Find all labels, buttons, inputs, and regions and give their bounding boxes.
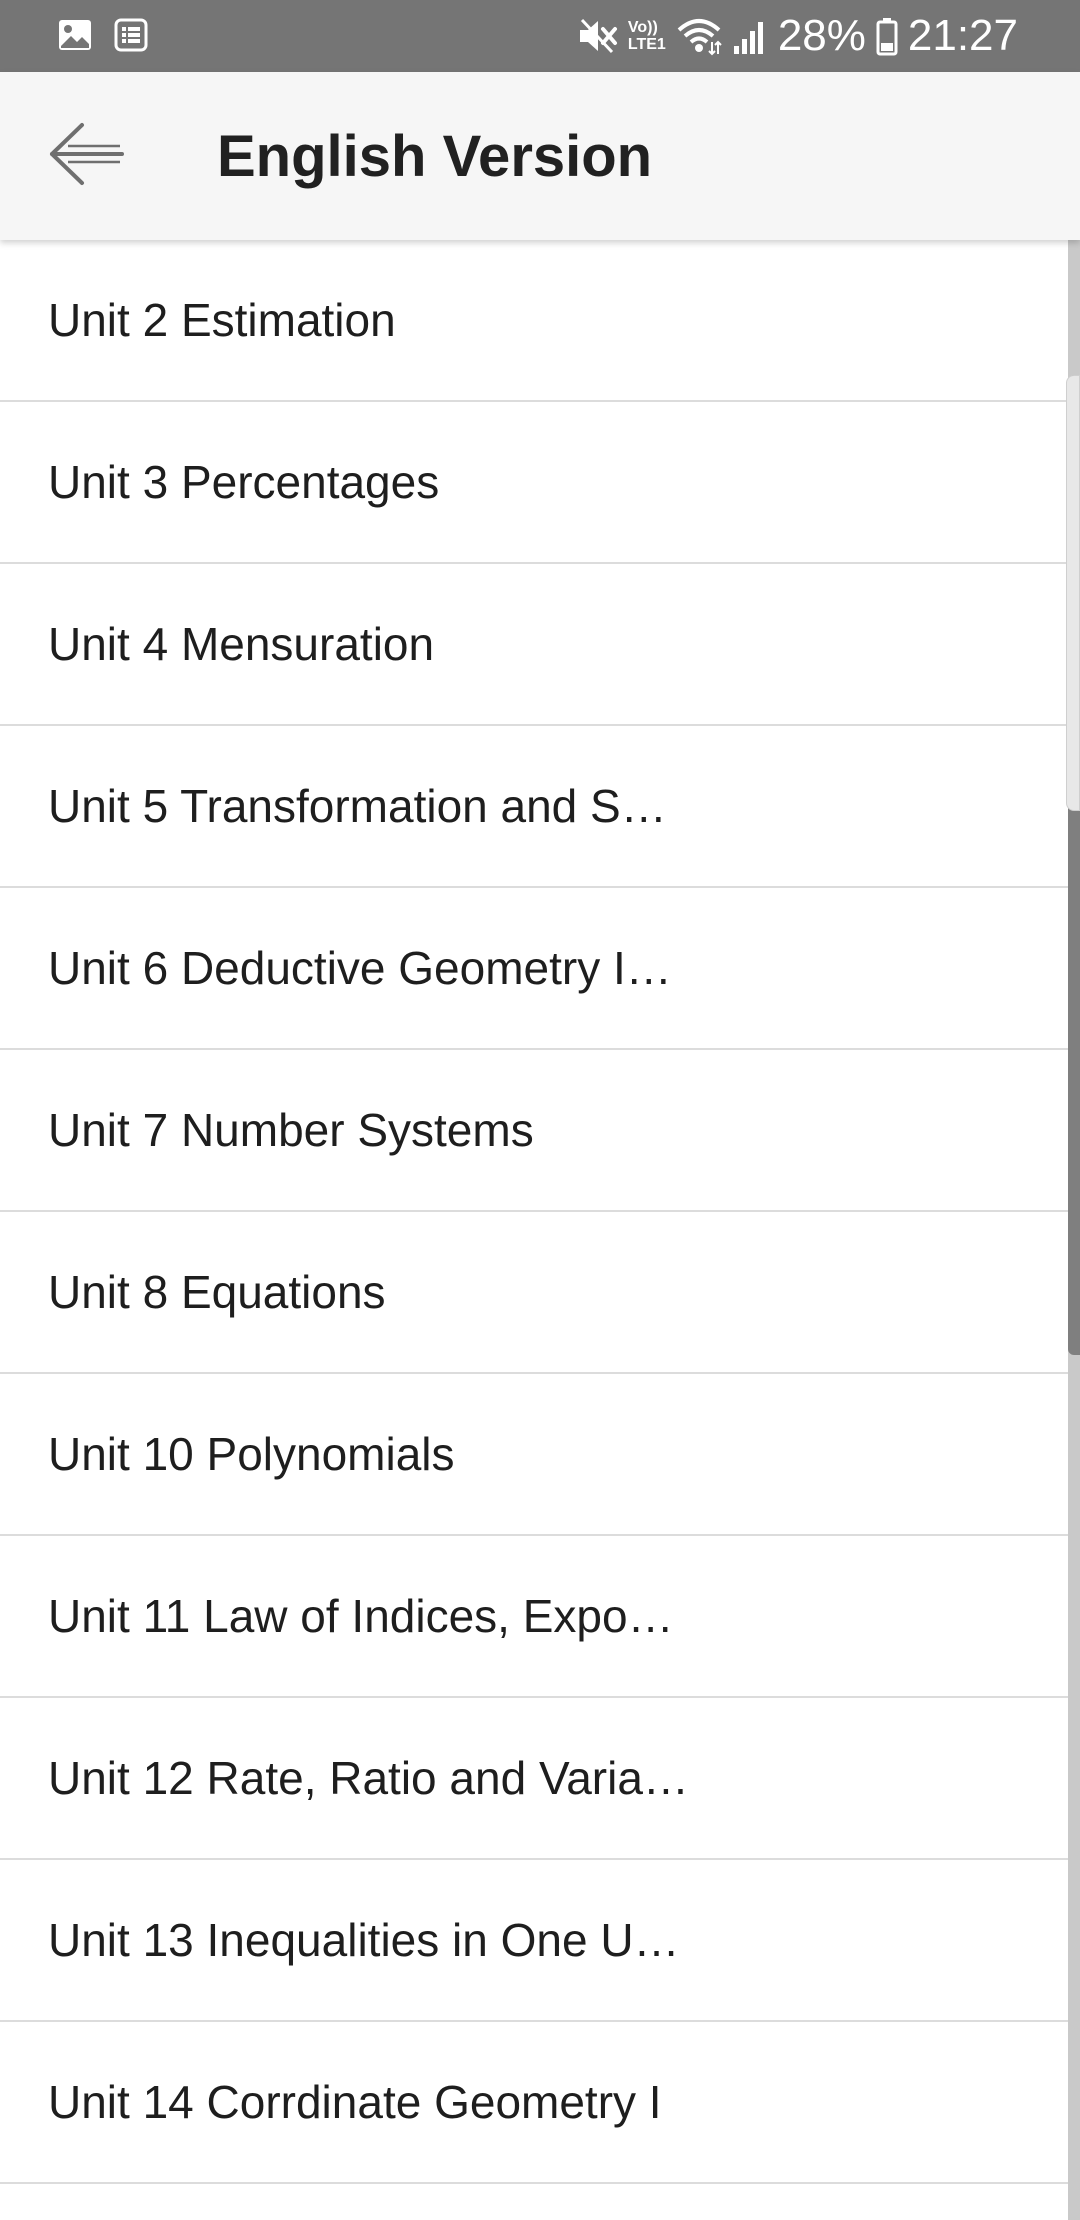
clock: 21:27 bbox=[907, 11, 1018, 60]
status-right-icons: Vo)) LTE1 28% 21:27 bbox=[576, 10, 1018, 62]
list-item[interactable]: Unit 3 Percentages bbox=[0, 402, 1068, 564]
lte-label: LTE1 bbox=[627, 36, 666, 53]
list-item[interactable]: Unit 14 Corrdinate Geometry I bbox=[0, 2022, 1068, 2184]
list-item-label: Unit 6 Deductive Geometry I… bbox=[48, 942, 672, 994]
status-bar: Vo)) LTE1 28% 21:27 bbox=[0, 0, 1080, 72]
signal-icon bbox=[732, 16, 768, 56]
list-item[interactable]: Unit 12 Rate, Ratio and Varia… bbox=[0, 1698, 1068, 1860]
list-item-label: Unit 7 Number Systems bbox=[48, 1104, 534, 1156]
list-item[interactable]: Unit 8 Equations bbox=[0, 1212, 1068, 1374]
list-item[interactable]: Unit 5 Transformation and S… bbox=[0, 726, 1068, 888]
status-left-icons bbox=[58, 18, 148, 52]
unit-list: Unit 2 Estimation Unit 3 Percentages Uni… bbox=[0, 240, 1068, 2220]
list-item-label: Unit 5 Transformation and S… bbox=[48, 780, 667, 832]
list-item[interactable]: Unit 4 Mensuration bbox=[0, 564, 1068, 726]
battery-percent: 28% bbox=[777, 11, 866, 60]
news-icon bbox=[114, 18, 148, 52]
volte-icon: Vo)) LTE1 bbox=[628, 19, 666, 53]
app-bar: English Version bbox=[0, 72, 1080, 240]
gallery-icon bbox=[58, 18, 92, 52]
battery-icon bbox=[876, 16, 898, 56]
list-item[interactable]: Unit 7 Number Systems bbox=[0, 1050, 1068, 1212]
back-button[interactable] bbox=[36, 106, 136, 206]
list-item-label: Unit 14 Corrdinate Geometry I bbox=[48, 2076, 662, 2128]
list-item[interactable]: Unit 11 Law of Indices, Expo… bbox=[0, 1536, 1068, 1698]
list-item-label: Unit 13 Inequalities in One U… bbox=[48, 1914, 680, 1966]
list-item-label: Unit 3 Percentages bbox=[48, 456, 440, 508]
wifi-icon bbox=[676, 16, 722, 56]
volte-label: Vo)) bbox=[627, 19, 658, 36]
list-item[interactable]: Unit 2 Estimation bbox=[0, 240, 1068, 402]
list-item-label: Unit 2 Estimation bbox=[48, 294, 396, 346]
list-item-label: Unit 11 Law of Indices, Expo… bbox=[48, 1590, 674, 1642]
list-item-label: Unit 8 Equations bbox=[48, 1266, 386, 1318]
back-arrow-icon bbox=[46, 119, 126, 194]
list-item[interactable]: Unit 13 Inequalities in One U… bbox=[0, 1860, 1068, 2022]
list-item[interactable]: Unit 10 Polynomials bbox=[0, 1374, 1068, 1536]
list-item-label: Unit 12 Rate, Ratio and Varia… bbox=[48, 1752, 689, 1804]
page-title: English Version bbox=[217, 124, 653, 189]
list-item[interactable]: Unit 6 Deductive Geometry I… bbox=[0, 888, 1068, 1050]
mute-icon bbox=[576, 16, 618, 56]
list-item-label: Unit 10 Polynomials bbox=[48, 1428, 455, 1480]
fast-scroll-handle[interactable] bbox=[1066, 375, 1080, 811]
list-item-label: Unit 4 Mensuration bbox=[48, 618, 435, 670]
